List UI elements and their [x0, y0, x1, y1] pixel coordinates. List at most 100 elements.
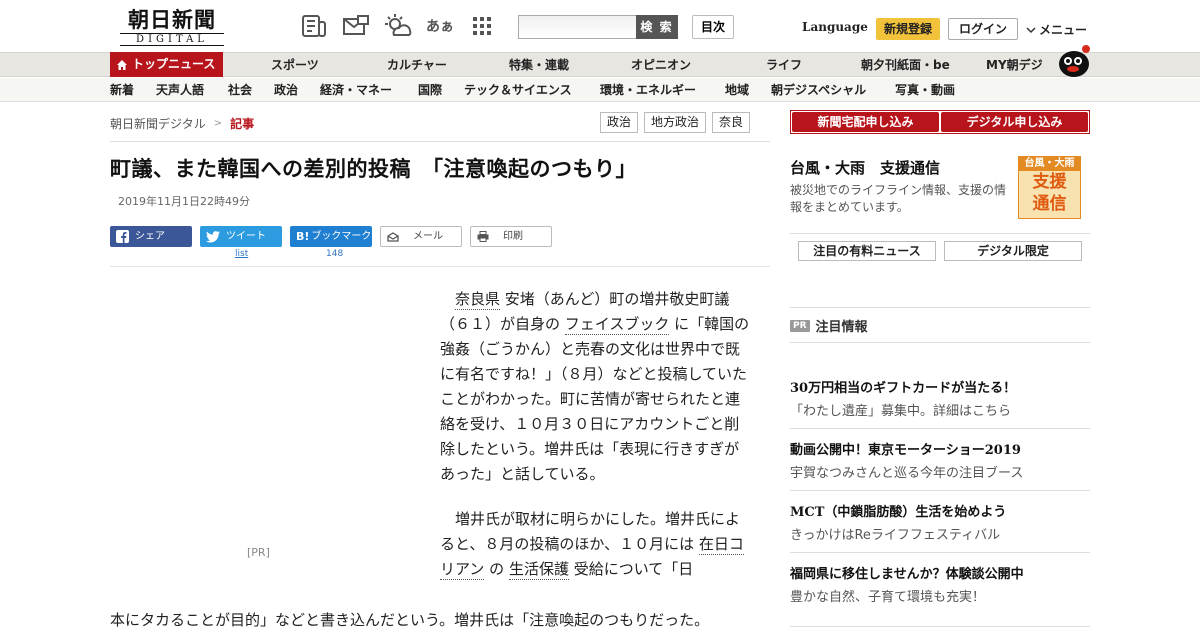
typhoon-support-banner[interactable]: 台風・大雨 支援 通信 — [1018, 156, 1081, 219]
toc-button[interactable]: 目次 — [692, 15, 734, 39]
site-logo[interactable]: 朝日新聞 DIGITAL — [114, 8, 230, 46]
primary-nav: トップニュース スポーツ カルチャー 特集・連載 オピニオン ライフ 朝夕刊紙面… — [0, 45, 1200, 77]
mail-ticket-icon[interactable] — [342, 12, 370, 40]
nav-sports[interactable]: スポーツ — [271, 53, 319, 77]
link-nara-prefecture[interactable]: 奈良県 — [455, 290, 501, 310]
mail-share-label: メール — [413, 231, 443, 242]
hatena-bookmark-button[interactable]: B! ブックマーク — [290, 226, 372, 247]
nav2-special[interactable]: 朝デジスペシャル — [771, 78, 866, 102]
font-size-icon[interactable]: あぁ — [426, 12, 454, 40]
nav-life[interactable]: ライフ — [766, 53, 802, 77]
nav2-economy[interactable]: 経済・マネー — [320, 78, 392, 102]
print-button[interactable]: 印刷 — [470, 226, 552, 247]
tab-featured-paid-news[interactable]: 注目の有料ニュース — [798, 241, 936, 261]
twitter-share-button[interactable]: ツイート — [200, 226, 282, 247]
divider — [790, 552, 1090, 553]
menu-button[interactable]: メニュー — [1026, 21, 1087, 38]
register-button[interactable]: 新規登録 — [876, 18, 940, 40]
nav2-photo-video[interactable]: 写真・動画 — [895, 78, 955, 102]
tag-politics[interactable]: 政治 — [600, 112, 639, 133]
site-header: 朝日新聞 DIGITAL あぁ 検 索 目次 Language 新規登録 ログイ… — [0, 0, 1200, 52]
article-tags: 政治 地方政治 奈良 — [600, 112, 751, 133]
hatena-count: 148 — [326, 249, 344, 259]
logo-main-text: 朝日新聞 — [128, 7, 216, 32]
pr-badge: PR — [790, 319, 810, 332]
twitter-icon — [206, 230, 220, 242]
breadcrumb-current: 記事 — [230, 117, 255, 131]
breadcrumb-home[interactable]: 朝日新聞デジタル — [110, 115, 206, 132]
subscribe-box: 新聞宅配申し込み デジタル申し込み — [790, 110, 1090, 134]
divider — [790, 490, 1090, 491]
nav2-society[interactable]: 社会 — [228, 78, 252, 102]
search-button[interactable]: 検 索 — [636, 15, 678, 39]
pr-item-sub: きっかけはReライフフェスティバル — [790, 528, 1001, 543]
mail-share-button[interactable]: メール — [380, 226, 462, 247]
paragraph-2-text-3: 受給について「日 — [568, 560, 694, 578]
newspaper-delivery-button[interactable]: 新聞宅配申し込み — [792, 112, 939, 132]
pr-item[interactable]: 福岡県に移住しませんか？体験談公開中 豊かな自然、子育て環境も充実！ — [790, 566, 1090, 608]
pr-item-title: MCT（中鎖脂肪酸）生活を始めよう — [790, 505, 1007, 520]
logo-sub-text: DIGITAL — [120, 33, 224, 46]
facebook-share-label: シェア — [135, 231, 165, 242]
nav-culture[interactable]: カルチャー — [387, 53, 447, 77]
tab-digital-exclusive[interactable]: デジタル限定 — [944, 241, 1082, 261]
sidebar-tabs: 注目の有料ニュース デジタル限定 — [798, 241, 1082, 261]
article-body: 奈良県 安堵（あんど）町の増井敬史町議（６１）が自身の フェイスブック に「韓国… — [440, 287, 752, 602]
hatena-icon: B! — [296, 230, 310, 243]
nav-my-asadigi[interactable]: MY朝デジ — [986, 53, 1043, 77]
facebook-share-button[interactable]: シェア — [110, 226, 192, 247]
twitter-count[interactable]: list — [235, 249, 248, 259]
nav-paper-be[interactable]: 朝夕刊紙面・be — [861, 53, 950, 77]
header-icon-group: あぁ — [300, 12, 496, 40]
nav2-politics[interactable]: 政治 — [274, 78, 298, 102]
tag-nara[interactable]: 奈良 — [712, 112, 751, 133]
nav-features[interactable]: 特集・連載 — [509, 53, 569, 77]
article-date: 2019年11月1日22時49分 — [118, 195, 250, 208]
print-label: 印刷 — [503, 231, 523, 242]
pr-item[interactable]: MCT（中鎖脂肪酸）生活を始めよう きっかけはReライフフェスティバル — [790, 504, 1090, 546]
grid-icon[interactable] — [468, 12, 496, 40]
weather-icon[interactable] — [384, 12, 412, 40]
breadcrumb-separator: > — [213, 118, 223, 129]
search-input[interactable] — [518, 15, 638, 39]
nav2-region[interactable]: 地域 — [725, 78, 749, 102]
pr-item-sub: 宇賀なつみさんと巡る今年の注目ブース — [790, 466, 1024, 481]
link-facebook[interactable]: フェイスブック — [564, 315, 670, 335]
mail-icon — [387, 231, 399, 242]
nav-top-news[interactable]: トップニュース — [110, 52, 224, 77]
language-link[interactable]: Language — [802, 20, 868, 34]
banner-main-text-2: 通信 — [1032, 194, 1067, 214]
paragraph-2-text-2: の — [484, 560, 509, 578]
typhoon-support-title[interactable]: 台風・大雨 支援通信 — [790, 157, 940, 178]
nav2-international[interactable]: 国際 — [418, 78, 442, 102]
paragraph-1-text-2: に「韓国の強姦（ごうかん）と売春の文化は世界中で既に有名ですね！」（８月）などと… — [440, 315, 750, 483]
divider — [790, 342, 1090, 343]
link-welfare[interactable]: 生活保護 — [508, 560, 569, 580]
divider — [790, 428, 1090, 429]
breadcrumb: 朝日新聞デジタル > 記事 — [110, 115, 254, 132]
hatena-bookmark-label: ブックマーク — [311, 231, 372, 242]
pr-heading-label: 注目情報 — [815, 320, 868, 335]
nav2-tech-science[interactable]: テック＆サイエンス — [464, 78, 572, 102]
newspaper-icon[interactable] — [300, 12, 328, 40]
pr-heading: PR 注目情報 — [790, 316, 868, 335]
tag-local-politics[interactable]: 地方政治 — [644, 112, 707, 133]
login-button[interactable]: ログイン — [948, 18, 1018, 40]
digital-subscribe-button[interactable]: デジタル申し込み — [941, 112, 1088, 132]
banner-top-text: 台風・大雨 — [1019, 157, 1080, 171]
pr-item-title: 動画公開中！東京モーターショー2019 — [790, 443, 1021, 458]
pr-item[interactable]: 30万円相当のギフトカードが当たる！ 「わたし遺産」募集中。詳細はこちら — [790, 380, 1090, 422]
nav-opinion[interactable]: オピニオン — [631, 53, 691, 77]
divider — [790, 626, 1090, 627]
home-icon — [117, 59, 127, 70]
advertisement-slot[interactable] — [110, 285, 410, 535]
nav2-tenseijingo[interactable]: 天声人語 — [156, 78, 204, 102]
nav2-latest[interactable]: 新着 — [110, 78, 134, 102]
pr-item[interactable]: 動画公開中！東京モーターショー2019 宇賀なつみさんと巡る今年の注目ブース — [790, 442, 1090, 484]
article-paragraph-1: 奈良県 安堵（あんど）町の増井敬史町議（６１）が自身の フェイスブック に「韓国… — [440, 287, 752, 487]
article-paragraph-2-continued: 本にタカることが目的」などと書き込んだという。増井氏は「注意喚起のつもりだった。 — [110, 611, 710, 629]
nav2-environment[interactable]: 環境・エネルギー — [600, 78, 696, 102]
paragraph-2-text-1: 増井氏が取材に明らかにした。増井氏によると、８月の投稿のほか、１０月には — [440, 510, 741, 553]
share-bar: シェア ツイート list B! ブックマーク 148 メール 印刷 — [110, 226, 580, 262]
article-paragraph-2: 増井氏が取材に明らかにした。増井氏によると、８月の投稿のほか、１０月には 在日コ… — [440, 507, 752, 582]
